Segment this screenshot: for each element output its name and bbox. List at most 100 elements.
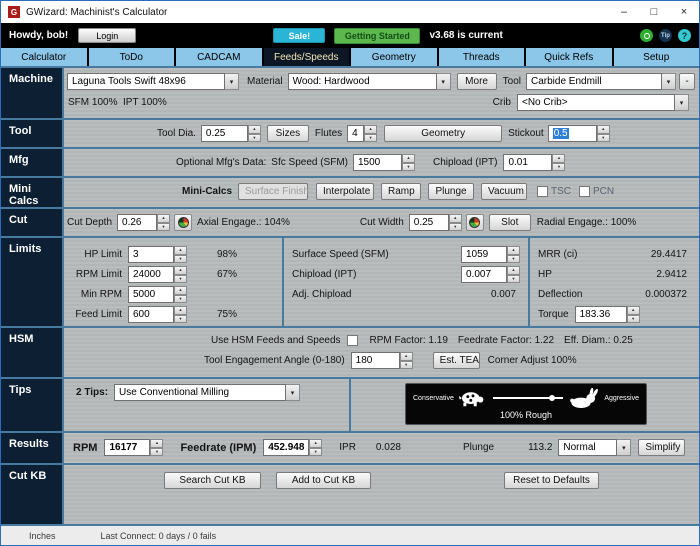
spin-down-icon[interactable]: ▼ <box>364 134 377 143</box>
tab-quick-refs[interactable]: Quick Refs <box>526 48 612 66</box>
tool-select-value[interactable]: Carbide Endmill <box>526 73 662 90</box>
hp-limit-value[interactable]: 3 <box>128 246 174 263</box>
cut-width-value[interactable]: 0.25 <box>409 214 449 231</box>
spin-down-icon[interactable]: ▼ <box>174 295 187 304</box>
minimize-button[interactable]: – <box>609 1 639 23</box>
online-status-icon[interactable] <box>640 29 653 42</box>
spin-down-icon[interactable]: ▼ <box>157 223 170 232</box>
feed-limit-value[interactable]: 600 <box>128 306 174 323</box>
search-cut-kb-button[interactable]: Search Cut KB <box>164 472 261 489</box>
add-to-cut-kb-button[interactable]: Add to Cut KB <box>276 472 371 489</box>
tab-feeds-speeds[interactable]: Feeds/Speeds <box>264 48 350 66</box>
surface-speed-value[interactable]: 1059 <box>461 246 507 263</box>
spin-down-icon[interactable]: ▼ <box>552 163 565 172</box>
plunge-button[interactable]: Plunge <box>428 183 474 200</box>
tab-threads[interactable]: Threads <box>439 48 525 66</box>
spin-up-icon[interactable]: ▲ <box>174 266 187 275</box>
chevron-down-icon[interactable]: ▾ <box>286 384 300 401</box>
spin-down-icon[interactable]: ▼ <box>449 223 462 232</box>
sfc-speed-value[interactable]: 1500 <box>353 154 402 171</box>
sizes-button[interactable]: Sizes <box>267 125 309 142</box>
spin-up-icon[interactable]: ▲ <box>449 214 462 223</box>
torque-value[interactable]: 183.36 <box>575 306 627 323</box>
aggressiveness-slider-thumb[interactable] <box>549 395 555 401</box>
tab-geometry[interactable]: Geometry <box>351 48 437 66</box>
spin-up-icon[interactable]: ▲ <box>157 214 170 223</box>
vacuum-button[interactable]: Vacuum <box>481 183 527 200</box>
spin-up-icon[interactable]: ▲ <box>597 125 610 134</box>
maximize-button[interactable]: □ <box>639 1 669 23</box>
flutes-value[interactable]: 4 <box>347 125 364 142</box>
spin-down-icon[interactable]: ▼ <box>150 448 163 457</box>
slot-button[interactable]: Slot <box>489 214 531 231</box>
tab-todo[interactable]: ToDo <box>89 48 175 66</box>
geometry-button[interactable]: Geometry <box>384 125 502 142</box>
tab-calculator[interactable]: Calculator <box>1 48 87 66</box>
reset-to-defaults-button[interactable]: Reset to Defaults <box>504 472 599 489</box>
spin-up-icon[interactable]: ▲ <box>400 352 413 361</box>
chevron-down-icon[interactable]: ▾ <box>617 439 631 456</box>
chevron-down-icon[interactable]: ▾ <box>225 73 239 90</box>
spin-down-icon[interactable]: ▼ <box>402 163 415 172</box>
est-tea-button[interactable]: Est. TEA <box>433 352 480 369</box>
feedrate-result-value[interactable]: 452.948 <box>263 439 309 456</box>
pcn-checkbox[interactable] <box>579 186 590 197</box>
spin-up-icon[interactable]: ▲ <box>627 306 640 315</box>
spin-down-icon[interactable]: ▼ <box>174 315 187 324</box>
use-hsm-checkbox[interactable] <box>347 335 358 346</box>
cut-depth-value[interactable]: 0.26 <box>117 214 157 231</box>
help-icon[interactable]: ? <box>678 29 691 42</box>
spin-up-icon[interactable]: ▲ <box>552 154 565 163</box>
spin-down-icon[interactable]: ▼ <box>507 275 520 284</box>
getting-started-button[interactable]: Getting Started <box>334 28 420 44</box>
chevron-down-icon[interactable]: ▾ <box>662 73 676 90</box>
rpm-result-value[interactable]: 16177 <box>104 439 150 456</box>
more-button[interactable]: More <box>457 73 497 90</box>
login-button[interactable]: Login <box>78 28 136 43</box>
material-select-value[interactable]: Wood: Hardwood <box>288 73 437 90</box>
tea-value[interactable]: 180 <box>351 352 400 369</box>
tab-setup[interactable]: Setup <box>614 48 700 66</box>
tool-dia-value[interactable]: 0.25 <box>201 125 248 142</box>
spin-down-icon[interactable]: ▼ <box>507 255 520 264</box>
spin-down-icon[interactable]: ▼ <box>309 448 322 457</box>
spin-up-icon[interactable]: ▲ <box>174 246 187 255</box>
spin-down-icon[interactable]: ▼ <box>597 134 610 143</box>
tab-cadcam[interactable]: CADCAM <box>176 48 262 66</box>
spin-down-icon[interactable]: ▼ <box>174 275 187 284</box>
tool-browse-button[interactable]: - <box>679 73 695 90</box>
mfg-chipload-value[interactable]: 0.01 <box>503 154 552 171</box>
chevron-down-icon[interactable]: ▾ <box>675 94 689 111</box>
mode-select-value[interactable]: Normal <box>558 439 617 456</box>
chevron-down-icon[interactable]: ▾ <box>437 73 451 90</box>
min-rpm-value[interactable]: 5000 <box>128 286 174 303</box>
spin-up-icon[interactable]: ▲ <box>174 306 187 315</box>
spin-up-icon[interactable]: ▲ <box>309 439 322 448</box>
stickout-value[interactable]: 0.5 <box>548 125 597 142</box>
limits-chipload-value[interactable]: 0.007 <box>461 266 507 283</box>
spin-up-icon[interactable]: ▲ <box>507 266 520 275</box>
surface-finish-button[interactable]: Surface Finish <box>238 183 308 200</box>
rpm-limit-value[interactable]: 24000 <box>128 266 174 283</box>
crib-select-value[interactable]: <No Crib> <box>517 94 675 111</box>
aggressiveness-slider-track[interactable] <box>493 397 564 399</box>
spin-up-icon[interactable]: ▲ <box>150 439 163 448</box>
tips-select-value[interactable]: Use Conventional Milling <box>114 384 286 401</box>
machine-select-value[interactable]: Laguna Tools Swift 48x96 <box>67 73 225 90</box>
ramp-button[interactable]: Ramp <box>381 183 421 200</box>
spin-down-icon[interactable]: ▼ <box>248 134 261 143</box>
radial-engage-gauge-button[interactable] <box>466 214 484 231</box>
tsc-checkbox[interactable] <box>537 186 548 197</box>
spin-up-icon[interactable]: ▲ <box>364 125 377 134</box>
sale-button[interactable]: Sale! <box>273 28 325 43</box>
spin-up-icon[interactable]: ▲ <box>174 286 187 295</box>
spin-down-icon[interactable]: ▼ <box>627 315 640 324</box>
spin-down-icon[interactable]: ▼ <box>174 255 187 264</box>
spin-up-icon[interactable]: ▲ <box>248 125 261 134</box>
spin-down-icon[interactable]: ▼ <box>400 361 413 370</box>
spin-up-icon[interactable]: ▲ <box>507 246 520 255</box>
spin-up-icon[interactable]: ▲ <box>402 154 415 163</box>
interpolate-button[interactable]: Interpolate <box>316 183 374 200</box>
axial-engage-gauge-button[interactable] <box>174 214 192 231</box>
close-button[interactable]: × <box>669 1 699 23</box>
